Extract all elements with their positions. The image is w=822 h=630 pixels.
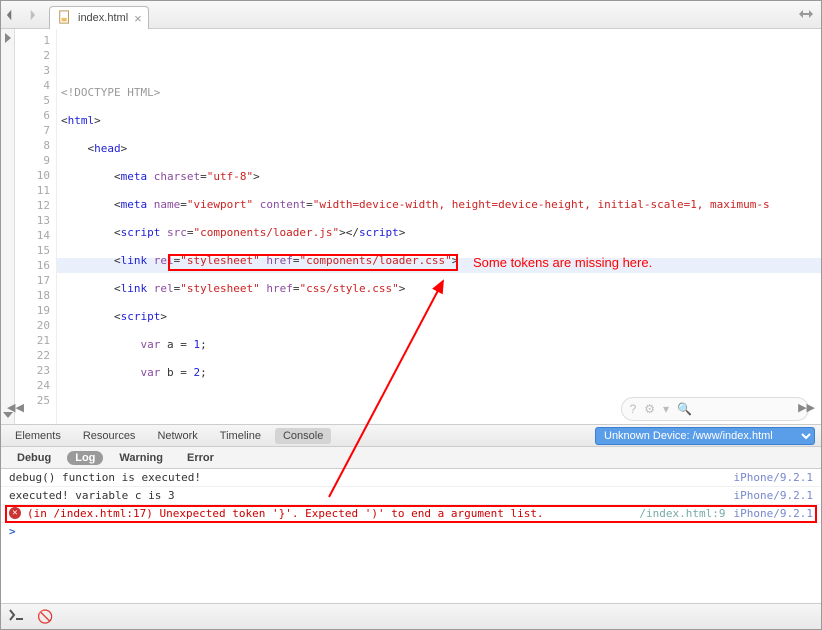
console-row: debug() function is executed! iPhone/9.2… xyxy=(1,469,821,487)
code-line: <!DOCTYPE HTML> xyxy=(61,86,160,99)
level-log[interactable]: Log xyxy=(67,451,103,465)
footer-toolbar: 🚫 xyxy=(1,603,821,629)
tab-console[interactable]: Console xyxy=(275,428,331,444)
html-file-icon xyxy=(58,10,72,27)
clear-icon[interactable]: 🚫 xyxy=(37,609,53,625)
level-debug[interactable]: Debug xyxy=(9,451,59,465)
tab-network[interactable]: Network xyxy=(149,428,205,444)
device-selector[interactable]: Unknown Device: /www/index.html xyxy=(595,427,815,445)
level-warning[interactable]: Warning xyxy=(111,451,171,465)
log-level-tabs: Debug Log Warning Error xyxy=(1,447,821,469)
titlebar: index.html × xyxy=(1,1,821,29)
code-area[interactable]: <!DOCTYPE HTML> <html> <head> <meta char… xyxy=(57,29,821,424)
console-output: debug() function is executed! iPhone/9.2… xyxy=(1,469,821,567)
annotation-box-console xyxy=(5,505,817,523)
expand-icon[interactable] xyxy=(799,8,813,22)
console-device: iPhone/9.2.1 xyxy=(734,471,813,484)
editor-left-gutter xyxy=(1,29,15,424)
nav-back-forward[interactable] xyxy=(5,4,41,26)
tab-filename: index.html xyxy=(78,12,128,24)
level-error[interactable]: Error xyxy=(179,451,222,465)
code-editor: 1234567891011121314151617181920212223242… xyxy=(1,29,821,425)
annotation-text: Some tokens are missing here. xyxy=(473,255,652,270)
scroll-right-icon[interactable]: ▶▶ xyxy=(798,401,815,414)
console-toggle-icon[interactable] xyxy=(9,609,25,624)
console-message: debug() function is executed! xyxy=(9,471,726,484)
scroll-left-icon[interactable]: ◀◀ xyxy=(7,401,24,414)
tab-timeline[interactable]: Timeline xyxy=(212,428,269,444)
annotation-box-code xyxy=(168,254,458,271)
tab-elements[interactable]: Elements xyxy=(7,428,69,444)
console-prompt[interactable]: > xyxy=(1,523,821,540)
tab-resources[interactable]: Resources xyxy=(75,428,144,444)
editor-tab[interactable]: index.html × xyxy=(49,6,149,29)
console-message: executed! variable c is 3 xyxy=(9,489,726,502)
console-device: iPhone/9.2.1 xyxy=(734,489,813,502)
console-row: executed! variable c is 3 iPhone/9.2.1 xyxy=(1,487,821,505)
tab-close-icon[interactable]: × xyxy=(134,11,142,26)
chevron-right-icon[interactable] xyxy=(3,33,13,43)
devtools-tabs: Elements Resources Network Timeline Cons… xyxy=(1,425,821,447)
line-numbers: 1234567891011121314151617181920212223242… xyxy=(15,29,57,424)
